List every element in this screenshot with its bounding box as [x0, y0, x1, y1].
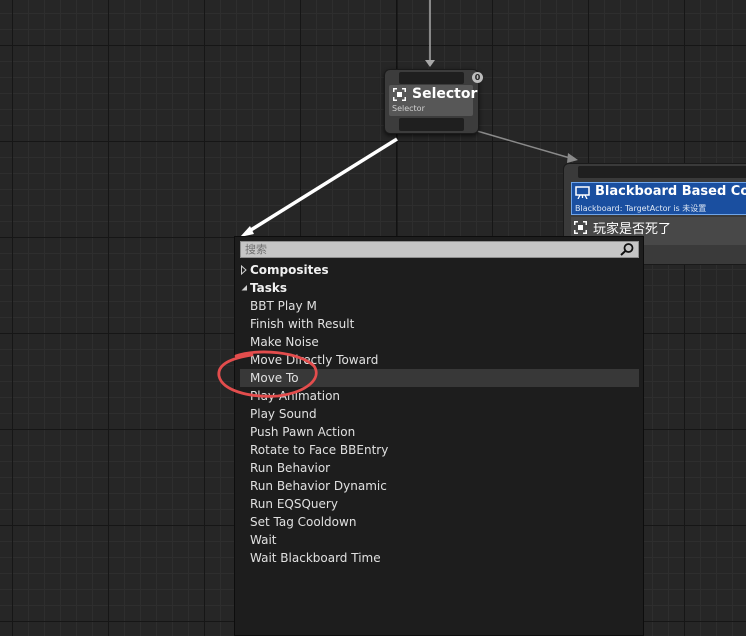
blackboard-decorator-header[interactable]: Blackboard Based Condition Blackboard: T…	[571, 182, 746, 215]
task-item-wait-blackboard-time[interactable]: Wait Blackboard Time	[240, 549, 639, 567]
selector-subtitle: Selector	[392, 104, 425, 113]
task-item-rotate-to-face-bbentry[interactable]: Rotate to Face BBEntry	[240, 441, 639, 459]
task-item-set-tag-cooldown[interactable]: Set Tag Cooldown	[240, 513, 639, 531]
expand-arrow-icon[interactable]	[240, 261, 249, 279]
task-item-push-pawn-action[interactable]: Push Pawn Action	[240, 423, 639, 441]
task-item-wait[interactable]: Wait	[240, 531, 639, 549]
blackboard-input-pin[interactable]	[578, 166, 746, 178]
search-box[interactable]	[240, 241, 639, 258]
task-item-move-to[interactable]: Move To	[240, 369, 639, 387]
search-icon[interactable]	[620, 243, 634, 256]
blackboard-subtitle: Blackboard: TargetActor is 未设置	[575, 204, 707, 213]
task-item-run-behavior[interactable]: Run Behavior	[240, 459, 639, 477]
task-item-play-animation[interactable]: Play Animation	[240, 387, 639, 405]
task-item-run-behavior-dynamic[interactable]: Run Behavior Dynamic	[240, 477, 639, 495]
node-palette-menu: Composites Tasks BBT Play M Finish with …	[234, 236, 644, 636]
category-tasks[interactable]: Tasks	[240, 279, 639, 297]
selector-icon	[393, 88, 406, 101]
task-item-run-eqsquery[interactable]: Run EQSQuery	[240, 495, 639, 513]
execution-index-badge: 0	[472, 72, 483, 83]
collapse-arrow-icon[interactable]	[240, 279, 249, 297]
selector-node[interactable]: Selector Selector 0	[384, 69, 483, 134]
task-item-finish-with-result[interactable]: Finish with Result	[240, 315, 639, 333]
task-item-move-directly-toward[interactable]: Move Directly Toward	[240, 351, 639, 369]
blackboard-title: Blackboard Based Condition	[595, 184, 746, 199]
wire-arrowhead	[425, 60, 435, 67]
selector-icon	[574, 221, 587, 234]
selector-input-pin[interactable]	[399, 72, 464, 84]
blackboard-icon	[575, 186, 590, 199]
search-input[interactable]	[241, 242, 620, 257]
wire-dragging	[245, 137, 398, 235]
task-item-bbt-play-m[interactable]: BBT Play M	[240, 297, 639, 315]
category-composites[interactable]: Composites	[240, 261, 639, 279]
selector-output-pin[interactable]	[399, 118, 464, 131]
task-item-make-noise[interactable]: Make Noise	[240, 333, 639, 351]
wire-selector-to-blackboard	[476, 130, 571, 159]
selector-title: Selector	[412, 86, 478, 102]
condition-label: 玩家是否死了	[593, 222, 672, 237]
task-item-play-sound[interactable]: Play Sound	[240, 405, 639, 423]
